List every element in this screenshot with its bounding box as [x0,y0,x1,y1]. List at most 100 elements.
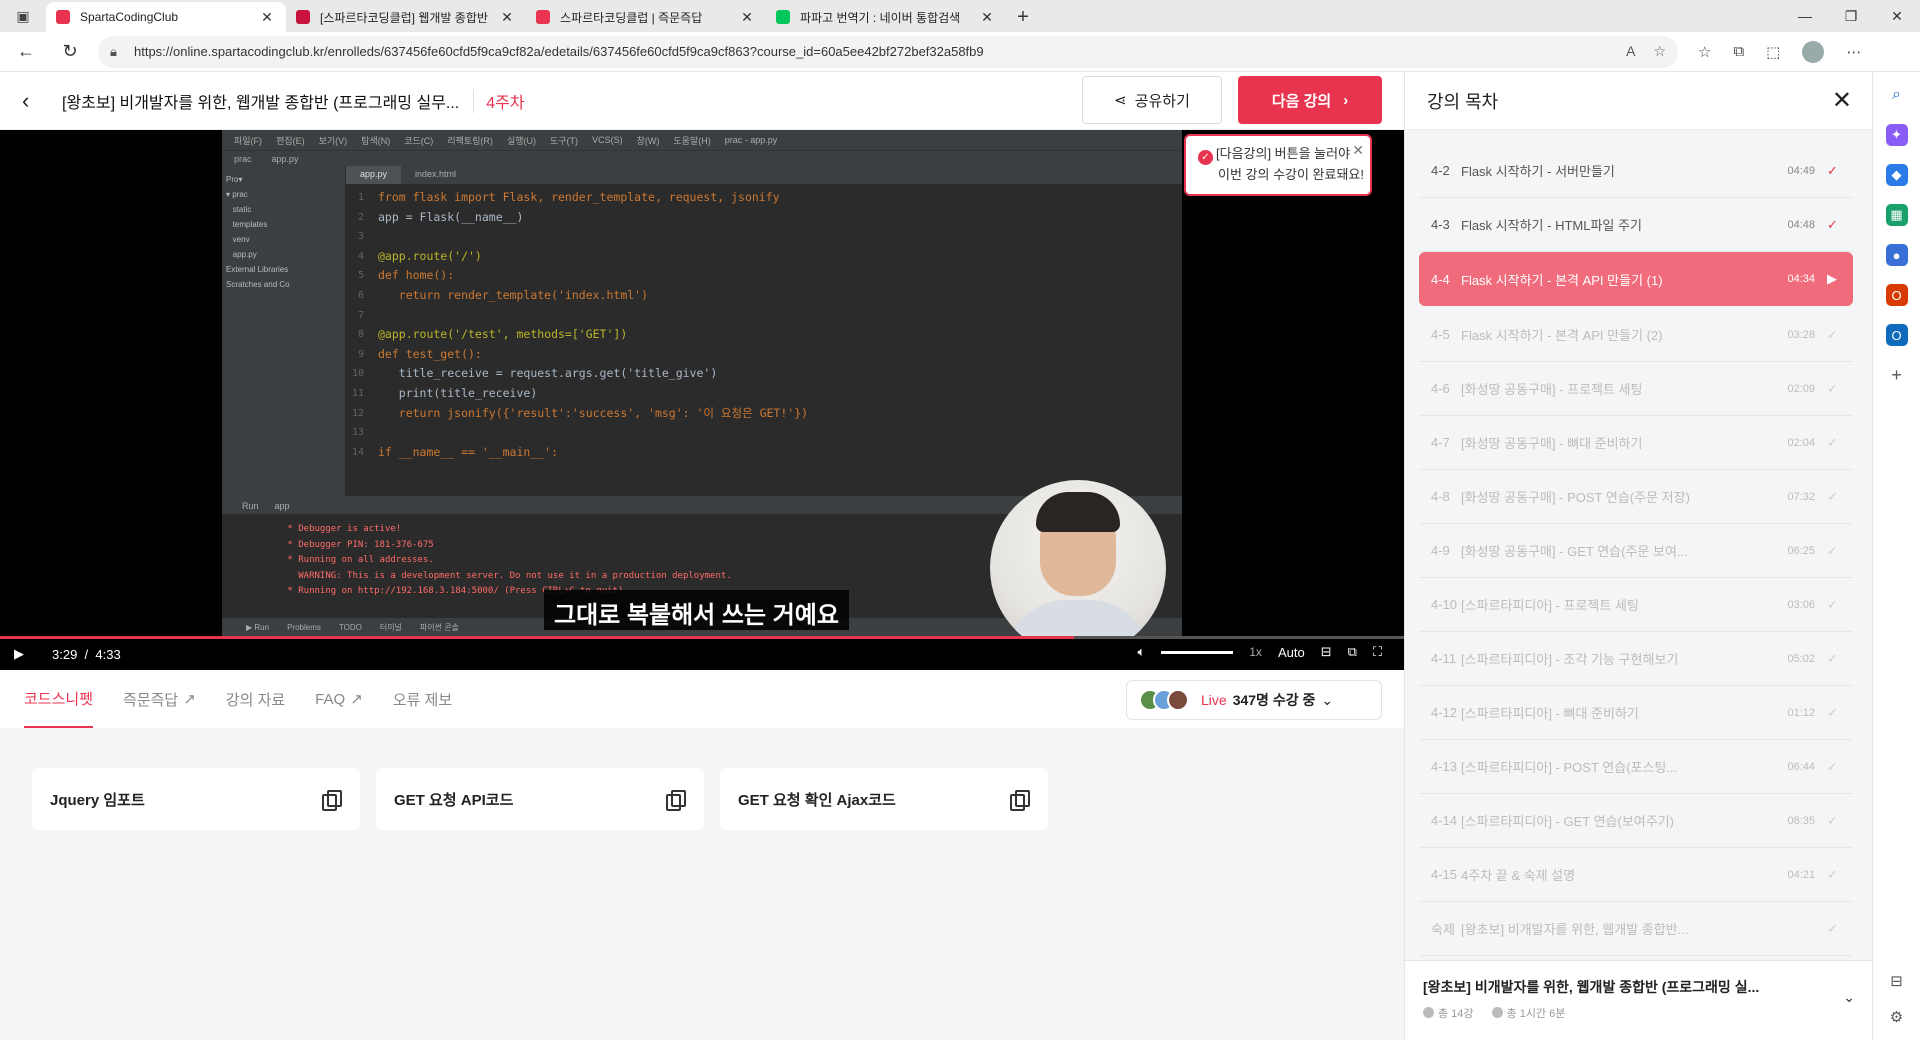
search-icon[interactable]: ⌕ [1886,84,1908,106]
line-number: 2 [357,211,364,223]
add-icon[interactable]: + [1886,364,1908,386]
lesson-item[interactable]: 4-7 [화성땅 공동구매] - 뼈대 준비하기 02:04 ✓ [1419,416,1853,470]
back-arrow-icon[interactable]: ‹ [22,88,62,114]
check-icon: ✓ [1827,596,1838,612]
code-snippet-card[interactable]: GET 요청 API코드 [376,768,704,830]
ide-tree-item: app.py [226,250,257,259]
tab-close-icon[interactable]: ✕ [738,9,756,26]
tools-icon[interactable]: ▦ [1885,204,1908,226]
tab-actions-icon[interactable]: ▣ [0,0,46,32]
chevron-right-icon: › [1343,91,1349,109]
office-icon[interactable]: O [1885,284,1908,306]
favorite-add-icon[interactable]: ☆ [1653,43,1666,60]
restore-icon[interactable]: ❐ [1828,0,1874,32]
copilot-icon[interactable]: ✦ [1885,124,1908,146]
lesson-duration: 03:06 [1787,598,1815,611]
read-aloud-icon[interactable]: A [1626,43,1635,60]
pip-icon[interactable]: ⧉ [1348,644,1357,660]
lesson-item[interactable]: 4-12 [스파르타피디아] - 뼈대 준비하기 01:12 ✓ [1419,686,1853,740]
sidebar-toggle-icon[interactable]: ⊟ [1890,972,1903,990]
content-tab[interactable]: 오류 제보 [393,670,452,728]
lesson-item[interactable]: 4-14 [스파르타피디아] - GET 연습(보여주기) 08:35 ✓ [1419,794,1853,848]
code-snippet-card[interactable]: GET 요청 확인 Ajax코드 [720,768,1048,830]
lesson-number: 4-4 [1431,271,1450,287]
progress-bar[interactable] [0,636,1404,639]
code-snippet-card[interactable]: Jquery 임포트 [32,768,360,830]
new-tab-button[interactable]: + [1006,2,1040,32]
lock-icon[interactable]: 🔒︎ [110,44,124,60]
lesson-item[interactable]: 4-2 Flask 시작하기 - 서버만들기 04:49 ✓ [1419,144,1853,198]
volume-icon[interactable]: 🔈︎ [1137,644,1145,660]
lesson-number: 4-6 [1431,381,1450,396]
content-tab[interactable]: 즉문즉답 ↗ [123,670,196,728]
live-viewers[interactable]: Live 347명 수강 중 ⌄ [1126,680,1382,720]
notice-text-1: [다음강의] 버튼을 눌러야 [1216,146,1351,161]
minimize-icon[interactable]: — [1782,0,1828,32]
tab-close-icon[interactable]: ✕ [978,9,996,26]
share-button[interactable]: ⋖ 공유하기 [1082,76,1222,124]
refresh-icon[interactable]: ↻ [52,34,88,70]
speed-button[interactable]: 1x [1249,645,1262,659]
tab-close-icon[interactable]: ✕ [498,9,516,26]
line-number: 6 [357,289,364,301]
content-tab-label: 강의 자료 [225,691,286,709]
lesson-item[interactable]: 4-13 [스파르타피디아] - POST 연습(포스팅... 06:44 ✓ [1419,740,1853,794]
settings-icon[interactable]: ⚙ [1890,1008,1903,1026]
copy-icon[interactable] [322,790,342,811]
ide-status-item: Problems [287,622,321,632]
lesson-item[interactable]: 4-15 4주차 끝 & 숙제 설명 04:21 ✓ [1419,848,1853,902]
line-number: 1 [357,192,364,203]
lesson-name: [화성땅 공동구매] - 프로젝트 세팅 [1461,382,1643,397]
browser-tab[interactable]: SpartaCodingClub ✕ [46,2,286,32]
fullscreen-icon[interactable]: ⛶ [1373,644,1382,660]
lesson-duration: 04:34 [1787,273,1815,285]
content-tab[interactable]: 강의 자료 [226,670,285,728]
games-icon[interactable]: ● [1885,244,1908,266]
volume-slider[interactable] [1161,650,1234,654]
notice-close-icon[interactable]: ✕ [1352,140,1364,160]
close-icon[interactable]: ✕ [1832,86,1852,115]
content-tab[interactable]: FAQ ↗ [315,670,363,728]
lesson-item[interactable]: 4-8 [화성땅 공동구매] - POST 연습(주문 저장) 07:32 ✓ [1419,470,1853,524]
favorites-icon[interactable]: ☆ [1698,43,1711,61]
lesson-name: 4주차 끝 & 숙제 설명 [1461,868,1576,883]
lesson-item[interactable]: 4-6 [화성땅 공동구매] - 프로젝트 세팅 02:09 ✓ [1419,362,1853,416]
back-icon[interactable]: ← [8,34,44,70]
profile-avatar[interactable] [1802,40,1825,63]
content-tab[interactable]: 코드스니펫 [24,670,94,728]
lesson-item[interactable]: 4-10 [스파르타피디아] - 프로젝트 세팅 03:06 ✓ [1419,578,1853,632]
lesson-item[interactable]: 4-9 [화성땅 공동구매] - GET 연습(주문 보여... 06:25 ✓ [1419,524,1853,578]
lesson-item[interactable]: 4-4 Flask 시작하기 - 본격 API 만들기 (1) 04:34 ▶ [1419,252,1853,306]
lesson-item[interactable]: 4-11 [스파르타피디아] - 조각 기능 구현해보기 05:02 ✓ [1419,632,1853,686]
next-lecture-button[interactable]: 다음 강의 › [1238,76,1382,124]
tab-close-icon[interactable]: ✕ [258,9,276,26]
copy-icon[interactable] [1010,790,1030,811]
collections-icon[interactable]: ⧉ [1733,43,1744,60]
browser-tab[interactable]: 파파고 번역기 : 네이버 통합검색 ✕ [766,2,1006,32]
code-text: @app.route('/test', methods=['GET']) [378,327,628,342]
chevron-down-icon[interactable]: ⌄ [1843,989,1855,1006]
sidebar-footer[interactable]: [왕초보] 비개발자를 위한, 웹개발 종합반 (프로그래밍 실... 총 14… [1405,960,1873,1040]
browser-tab[interactable]: 스파르타코딩클럽 | 즉문즉답 ✕ [526,2,766,32]
lesson-item[interactable]: 4-3 Flask 시작하기 - HTML파일 주기 04:48 ✓ [1419,198,1853,252]
more-icon[interactable]: ⋯ [1846,43,1861,61]
url-text[interactable]: https://online.spartacodingclub.kr/enrol… [134,44,1626,59]
code-text: @app.route('/') [378,248,482,263]
lesson-item[interactable]: 숙제 [왕초보] 비개발자를 위한, 웹개발 종합반... ✓ [1419,902,1853,956]
browser-tab[interactable]: [스파르타코딩클럽] 웹개발 종합반 ✕ [286,2,526,32]
live-count: 347명 수강 중 [1232,692,1316,708]
lesson-item[interactable]: 4-5 Flask 시작하기 - 본격 API 만들기 (2) 03:28 ✓ [1419,308,1853,362]
play-icon[interactable]: ▶ [14,646,28,662]
outlook-icon[interactable]: O [1885,324,1908,346]
quality-button[interactable]: Auto [1278,645,1305,660]
close-window-icon[interactable]: ✕ [1874,0,1920,32]
copy-icon[interactable] [666,790,686,811]
url-field[interactable]: 🔒︎ https://online.spartacodingclub.kr/en… [98,35,1678,68]
window-controls: — ❐ ✕ [1782,0,1920,32]
captions-icon[interactable]: ⊟ [1321,644,1332,660]
extension-icon[interactable]: ⬚ [1766,43,1780,61]
shopping-icon[interactable]: ◆ [1885,164,1908,186]
video-player[interactable]: 파일(F) 편집(E) 보기(V) 탐색(N) 코드(C) 리팩토링(R) 실행(U) 도구(… [0,130,1404,670]
footer-lessons-text: 총 14강 [1438,1008,1474,1020]
ide-body: Pro▾ ▾ prac static templates venv app.py E… [222,166,1182,496]
